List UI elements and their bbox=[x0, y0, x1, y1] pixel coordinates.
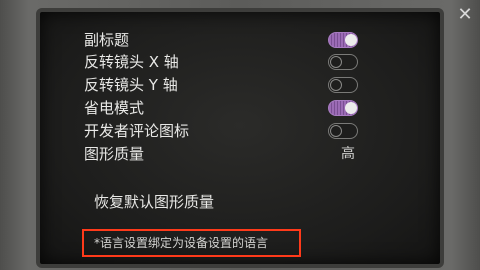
setting-label: 开发者评论图标 bbox=[84, 122, 190, 140]
setting-row-dev-commentary: 开发者评论图标 bbox=[84, 120, 364, 142]
setting-row-power-saving: 省电模式 bbox=[84, 97, 364, 119]
setting-label: 省电模式 bbox=[84, 99, 145, 117]
reset-graphics-button[interactable]: 恢复默认图形质量 bbox=[94, 190, 214, 214]
toggle-knob bbox=[345, 102, 357, 114]
setting-row-subtitles: 副标题 bbox=[84, 29, 364, 51]
close-icon: ✕ bbox=[457, 4, 473, 25]
invert-y-toggle[interactable] bbox=[328, 77, 358, 93]
language-note-highlight: *语言设置绑定为设备设置的语言 bbox=[82, 229, 301, 257]
toggle-knob bbox=[330, 79, 342, 91]
graphics-quality-value[interactable]: 高 bbox=[341, 143, 355, 165]
dev-commentary-toggle[interactable] bbox=[328, 123, 358, 139]
setting-label: 图形质量 bbox=[84, 145, 145, 163]
setting-row-invert-y: 反转镜头 Y 轴 bbox=[84, 74, 364, 96]
setting-row-graphics-quality[interactable]: 图形质量 高 bbox=[84, 143, 364, 165]
setting-label: 反转镜头 X 轴 bbox=[84, 53, 179, 71]
toggle-knob bbox=[345, 34, 357, 46]
subtitles-toggle[interactable] bbox=[328, 32, 358, 48]
invert-x-toggle[interactable] bbox=[328, 54, 358, 70]
setting-label: 副标题 bbox=[84, 31, 130, 49]
setting-row-invert-x: 反转镜头 X 轴 bbox=[84, 51, 364, 73]
setting-label: 反转镜头 Y 轴 bbox=[84, 76, 178, 94]
language-note: *语言设置绑定为设备设置的语言 bbox=[94, 236, 269, 250]
toggle-knob bbox=[330, 56, 342, 68]
power-saving-toggle[interactable] bbox=[328, 100, 358, 116]
toggle-knob bbox=[330, 125, 342, 137]
close-button[interactable]: ✕ bbox=[455, 5, 475, 25]
